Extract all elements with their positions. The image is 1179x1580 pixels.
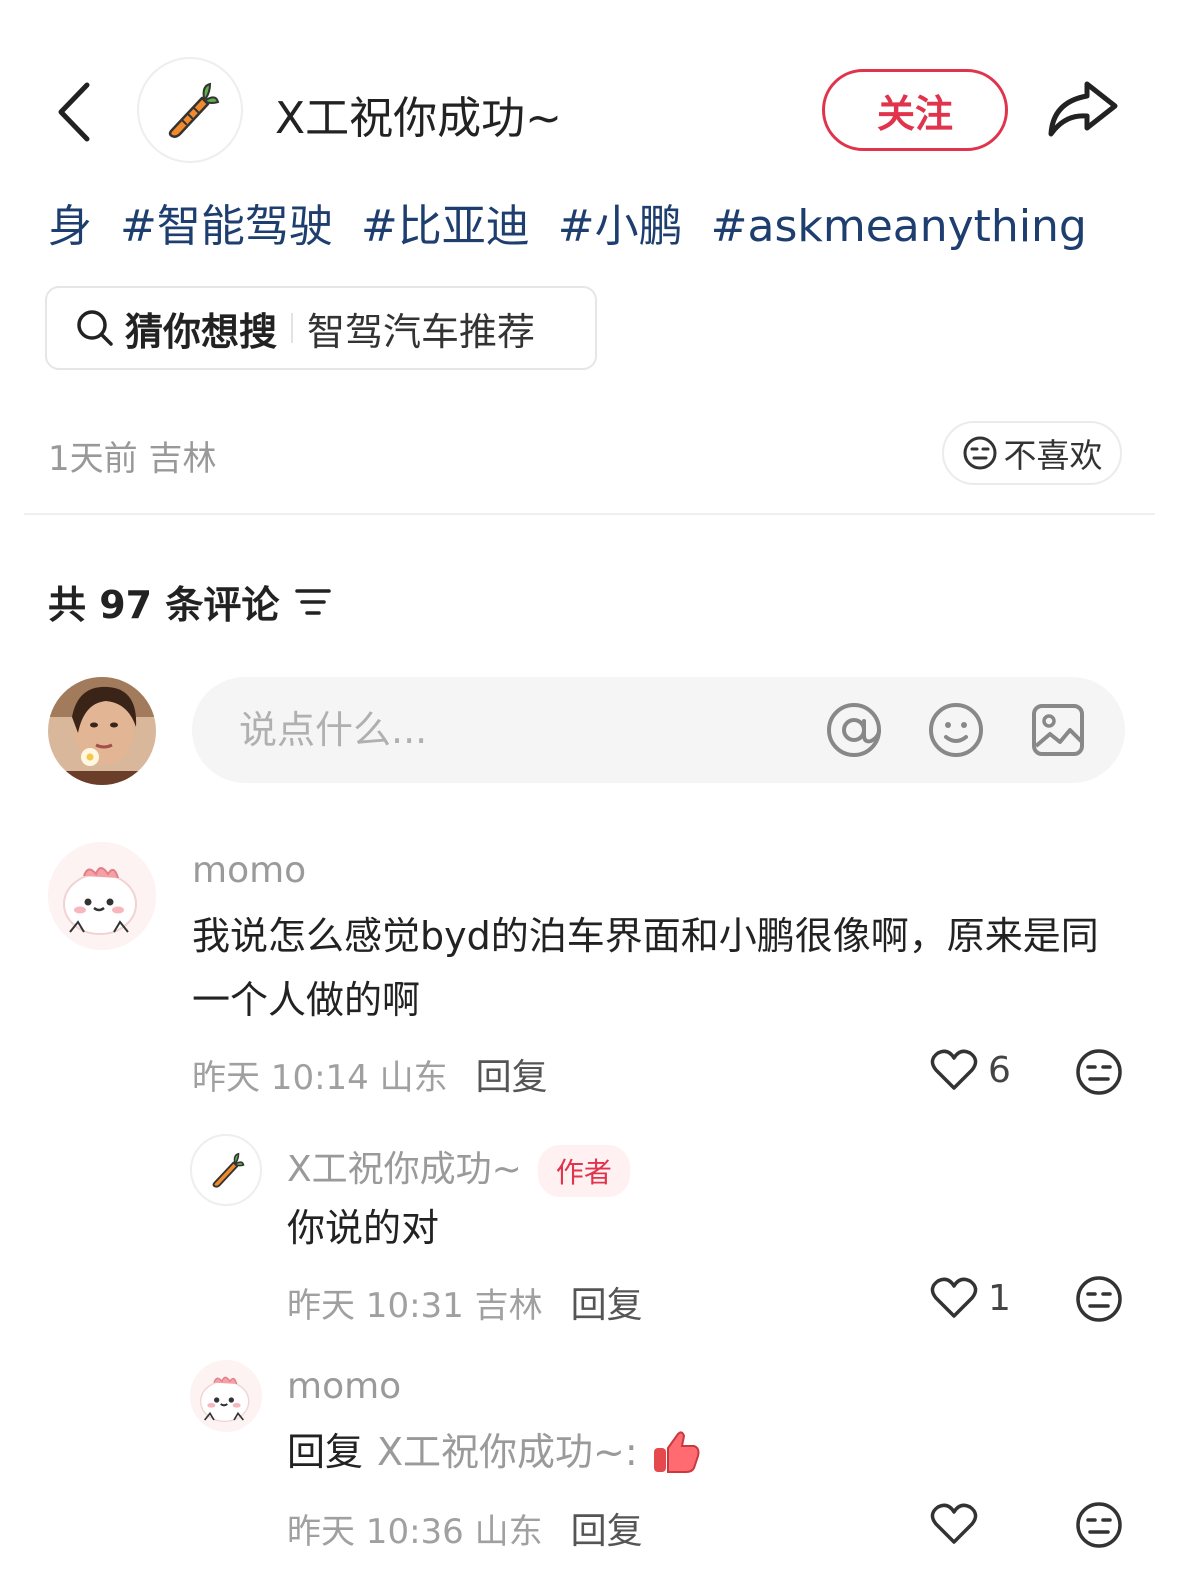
heart-icon	[930, 1049, 978, 1090]
share-button[interactable]	[1045, 78, 1121, 140]
smile-icon	[929, 703, 983, 757]
comment-text: 我说怎么感觉byd的泊车界面和小鹏很像啊，原来是同一个人做的啊	[192, 914, 1099, 1022]
search-suggestion[interactable]: 猜你想搜 智驾汽车推荐	[45, 286, 597, 370]
comments-header: 共 97 条评论	[48, 574, 333, 629]
dislike-label: 不喜欢	[1003, 436, 1103, 475]
thumbs-up-emoji-icon	[653, 1431, 700, 1473]
author-avatar[interactable]	[137, 57, 243, 163]
comment-username[interactable]: X工祝你成功~	[287, 1149, 522, 1190]
comment-username-row: X工祝你成功~ 作者	[287, 1140, 630, 1197]
reply-button[interactable]: 回复	[476, 1057, 548, 1098]
neutral-face-icon	[963, 436, 996, 470]
emoji-button[interactable]	[926, 700, 986, 760]
search-suggestion-label: 猜你想搜	[125, 309, 278, 354]
reply-target-name[interactable]: X工祝你成功~:	[377, 1420, 638, 1484]
post-date-location: 1天前 吉林	[48, 439, 217, 479]
commenter-avatar[interactable]	[190, 1134, 262, 1206]
cartoon-avatar-icon	[48, 842, 156, 950]
comment-text: 你说的对	[287, 1206, 440, 1250]
sort-icon[interactable]	[293, 585, 333, 619]
dislike-button[interactable]: 不喜欢	[942, 421, 1122, 485]
like-button[interactable]	[930, 1502, 978, 1546]
dislike-face-icon[interactable]	[1074, 1047, 1124, 1097]
comment-username[interactable]: momo	[287, 1366, 401, 1407]
comment-time-location: 昨天 10:14 山东	[192, 1058, 448, 1098]
tag-item[interactable]: #小鹏	[558, 201, 683, 252]
comment-meta: 昨天 10:14 山东 回复	[192, 1048, 548, 1100]
cartoon-avatar-icon	[190, 1360, 262, 1432]
author-name[interactable]: X工祝你成功~	[275, 82, 562, 146]
user-photo-icon	[48, 677, 156, 785]
divider	[291, 313, 294, 343]
carrot-icon	[168, 82, 220, 138]
reply-prefix: 回复	[287, 1430, 364, 1474]
tag-list: 身 #智能驾驶 #比亚迪 #小鹏 #askmeanything	[48, 190, 1101, 254]
heart-icon	[930, 1277, 978, 1318]
like-count: 6	[988, 1049, 1011, 1091]
commenter-avatar[interactable]	[48, 842, 156, 950]
back-button[interactable]	[48, 76, 100, 148]
mention-button[interactable]	[824, 700, 884, 760]
search-icon	[77, 310, 113, 346]
comment-username[interactable]: momo	[192, 850, 306, 891]
tag-item[interactable]: #askmeanything	[711, 201, 1087, 252]
share-arrow-icon	[1048, 81, 1118, 137]
like-count: 1	[988, 1277, 1011, 1319]
current-user-avatar[interactable]	[48, 677, 156, 785]
comment-count-label: 共 97 条评论	[48, 583, 280, 627]
author-badge: 作者	[537, 1145, 630, 1197]
image-button[interactable]	[1028, 700, 1088, 760]
at-icon	[827, 703, 881, 757]
tag-item[interactable]: #智能驾驶	[120, 201, 333, 252]
tag-item[interactable]: #比亚迪	[361, 201, 530, 252]
like-button[interactable]: 1	[930, 1276, 1011, 1320]
carrot-icon	[212, 1152, 245, 1188]
heart-icon	[930, 1503, 978, 1544]
tag-item[interactable]: 身	[48, 201, 92, 252]
dislike-face-icon[interactable]	[1074, 1274, 1124, 1324]
chevron-left-icon	[58, 82, 90, 142]
comment-text: 回复 X工祝你成功~:	[287, 1420, 700, 1484]
image-icon	[1032, 704, 1084, 756]
comment-time-location: 昨天 10:31 吉林	[287, 1286, 543, 1326]
like-button[interactable]: 6	[930, 1048, 1011, 1092]
comment-meta: 昨天 10:36 山东 回复	[287, 1502, 643, 1554]
search-suggestion-query: 智驾汽车推荐	[307, 309, 536, 354]
post-detail-page: X工祝你成功~ 关注 身 #智能驾驶 #比亚迪 #小鹏 #askmeanythi…	[0, 0, 1179, 1580]
dislike-face-icon[interactable]	[1074, 1500, 1124, 1550]
commenter-avatar[interactable]	[190, 1360, 262, 1432]
divider	[24, 513, 1155, 515]
reply-button[interactable]: 回复	[571, 1285, 643, 1326]
reply-button[interactable]: 回复	[571, 1511, 643, 1552]
comment-time-location: 昨天 10:36 山东	[287, 1512, 543, 1552]
follow-button[interactable]: 关注	[822, 69, 1008, 151]
comment-meta: 昨天 10:31 吉林 回复	[287, 1276, 643, 1328]
